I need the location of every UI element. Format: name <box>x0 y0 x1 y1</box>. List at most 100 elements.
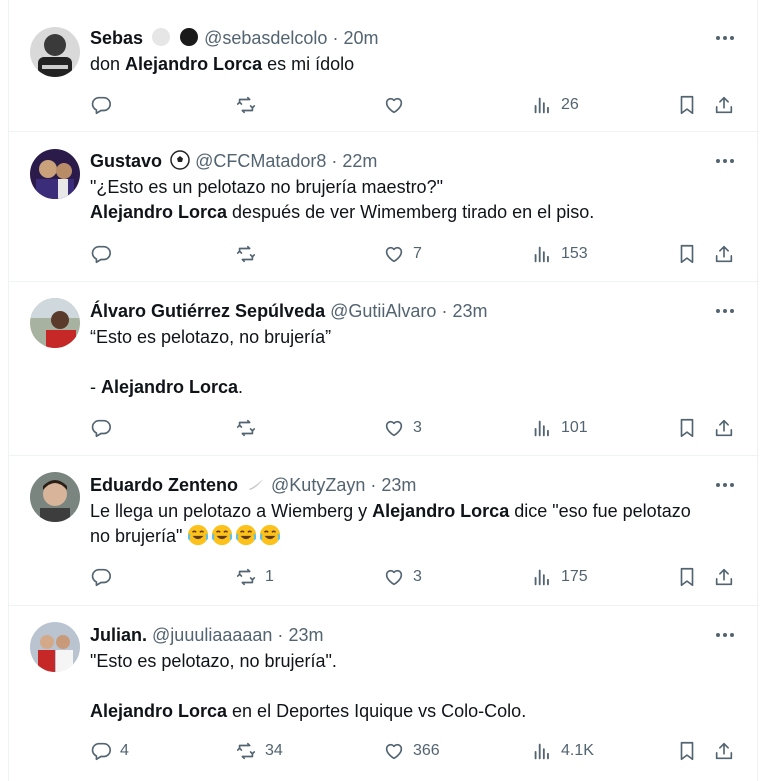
laughing-crying-emoji-icon <box>211 524 233 546</box>
timestamp[interactable]: 22m <box>342 151 377 171</box>
tweet[interactable]: Álvaro Gutiérrez Sepúlveda @GutiiAlvaro … <box>9 283 759 456</box>
handle[interactable]: @CFCMatador8 <box>195 151 326 171</box>
retweet-button[interactable]: 1 <box>235 564 274 590</box>
tweet-line <box>90 674 739 699</box>
laughing-crying-emoji-icon <box>259 524 281 546</box>
share-button[interactable] <box>713 738 735 764</box>
timestamp[interactable]: 23m <box>381 475 416 495</box>
like-button[interactable]: 366 <box>383 738 440 764</box>
heart-icon <box>383 243 405 265</box>
avatar[interactable] <box>30 622 80 672</box>
handle[interactable]: @GutiiAlvaro <box>330 301 436 321</box>
reply-button[interactable] <box>90 92 112 118</box>
retweet-button[interactable] <box>235 92 257 118</box>
bookmark-button[interactable] <box>676 92 698 118</box>
tweet-header: Sebas @sebasdelcolo · 20m <box>90 26 379 50</box>
retweet-button[interactable] <box>235 415 257 441</box>
bookmark-icon <box>676 417 698 439</box>
more-icon[interactable] <box>713 149 737 173</box>
tweet-header: Julian. @juuuliaaaaan · 23m <box>90 623 323 647</box>
bookmark-button[interactable] <box>676 564 698 590</box>
more-icon[interactable] <box>713 26 737 50</box>
tweet-text-segment: “Esto es pelotazo, no brujería” <box>90 327 332 347</box>
separator-dot: · <box>277 625 284 645</box>
retweets-count: 1 <box>265 568 274 585</box>
views-button[interactable]: 4.1K <box>531 738 594 764</box>
reply-icon <box>90 417 112 439</box>
tweet-line <box>90 350 739 375</box>
tweet-header: Gustavo @CFCMatador8 · 22m <box>90 149 377 173</box>
share-button[interactable] <box>713 92 735 118</box>
timestamp[interactable]: 23m <box>452 301 487 321</box>
heart-icon <box>383 417 405 439</box>
views-button[interactable]: 175 <box>531 564 588 590</box>
views-button[interactable]: 101 <box>531 415 588 441</box>
tweet-text-segment: "¿Esto es un pelotazo no brujería maestr… <box>90 177 443 197</box>
share-button[interactable] <box>713 564 735 590</box>
tweet-text: don Alejandro Lorca es mi ídolo <box>90 52 739 77</box>
reply-button[interactable]: 4 <box>90 738 129 764</box>
tweet[interactable]: Julian. @juuuliaaaaan · 23m "Esto es pel… <box>9 607 759 781</box>
like-button[interactable]: 3 <box>383 564 422 590</box>
display-name[interactable]: Eduardo Zenteno <box>90 475 238 495</box>
likes-count: 366 <box>413 742 440 759</box>
separator-dot: · <box>370 475 377 495</box>
handle[interactable]: @sebasdelcolo <box>204 28 327 48</box>
reply-button[interactable] <box>90 564 112 590</box>
tweet[interactable]: Sebas @sebasdelcolo · 20m don Alejandro … <box>9 8 759 132</box>
like-button[interactable] <box>383 92 405 118</box>
handle[interactable]: @juuuliaaaaan <box>152 625 272 645</box>
views-icon <box>531 243 553 265</box>
tweet-actions: 3 101 <box>90 415 750 441</box>
like-button[interactable]: 7 <box>383 241 422 267</box>
reply-button[interactable] <box>90 415 112 441</box>
reply-icon <box>90 243 112 265</box>
tweet-actions: 1 3 175 <box>90 564 750 590</box>
display-name[interactable]: Julian. <box>90 625 147 645</box>
highlighted-text: Alejandro Lorca <box>90 202 228 222</box>
tweet-text-segment: Le llega un pelotazo a Wiemberg y <box>90 501 373 521</box>
more-icon[interactable] <box>713 473 737 497</box>
tweet[interactable]: Eduardo Zenteno @KutyZayn · 23m Le llega… <box>9 457 759 606</box>
avatar[interactable] <box>30 298 80 348</box>
more-icon[interactable] <box>713 623 737 647</box>
display-name[interactable]: Gustavo <box>90 151 162 171</box>
timestamp[interactable]: 23m <box>288 625 323 645</box>
tweet-text-segment: en el Deportes Iquique vs Colo-Colo. <box>227 701 527 721</box>
likes-count: 7 <box>413 245 422 262</box>
share-button[interactable] <box>713 241 735 267</box>
retweet-icon <box>235 94 257 116</box>
bookmark-button[interactable] <box>676 738 698 764</box>
display-name[interactable]: Sebas <box>90 28 143 48</box>
timestamp[interactable]: 20m <box>343 28 378 48</box>
separator-dot: · <box>441 301 448 321</box>
replies-count: 4 <box>120 742 129 759</box>
highlighted-text: Alejandro Lorca <box>372 501 510 521</box>
tweet-text-segment: después de ver Wimemberg tirado en el pi… <box>227 202 595 222</box>
tweet-line: Le llega un pelotazo a Wiemberg y Alejan… <box>90 499 739 524</box>
display-name[interactable]: Álvaro Gutiérrez Sepúlveda <box>90 301 325 321</box>
views-icon <box>531 740 553 762</box>
tweet-text-segment: "Esto es pelotazo, no brujería". <box>90 651 337 671</box>
tweet-text-segment: dice "eso fue pelotazo <box>509 501 691 521</box>
bookmark-button[interactable] <box>676 241 698 267</box>
retweet-button[interactable] <box>235 241 257 267</box>
tweet[interactable]: Gustavo @CFCMatador8 · 22m "¿Esto es un … <box>9 133 759 282</box>
avatar[interactable] <box>30 472 80 522</box>
bookmark-button[interactable] <box>676 415 698 441</box>
black-circle-icon <box>179 27 199 53</box>
avatar[interactable] <box>30 149 80 199</box>
tweet-line: - Alejandro Lorca. <box>90 375 739 400</box>
views-count: 175 <box>561 568 588 585</box>
like-button[interactable]: 3 <box>383 415 422 441</box>
retweet-button[interactable]: 34 <box>235 738 283 764</box>
more-icon[interactable] <box>713 299 737 323</box>
highlighted-text: Alejandro Lorca <box>101 377 239 397</box>
views-button[interactable]: 26 <box>531 92 579 118</box>
avatar[interactable] <box>30 27 80 77</box>
views-count: 153 <box>561 245 588 262</box>
reply-button[interactable] <box>90 241 112 267</box>
share-button[interactable] <box>713 415 735 441</box>
handle[interactable]: @KutyZayn <box>271 475 365 495</box>
views-button[interactable]: 153 <box>531 241 588 267</box>
